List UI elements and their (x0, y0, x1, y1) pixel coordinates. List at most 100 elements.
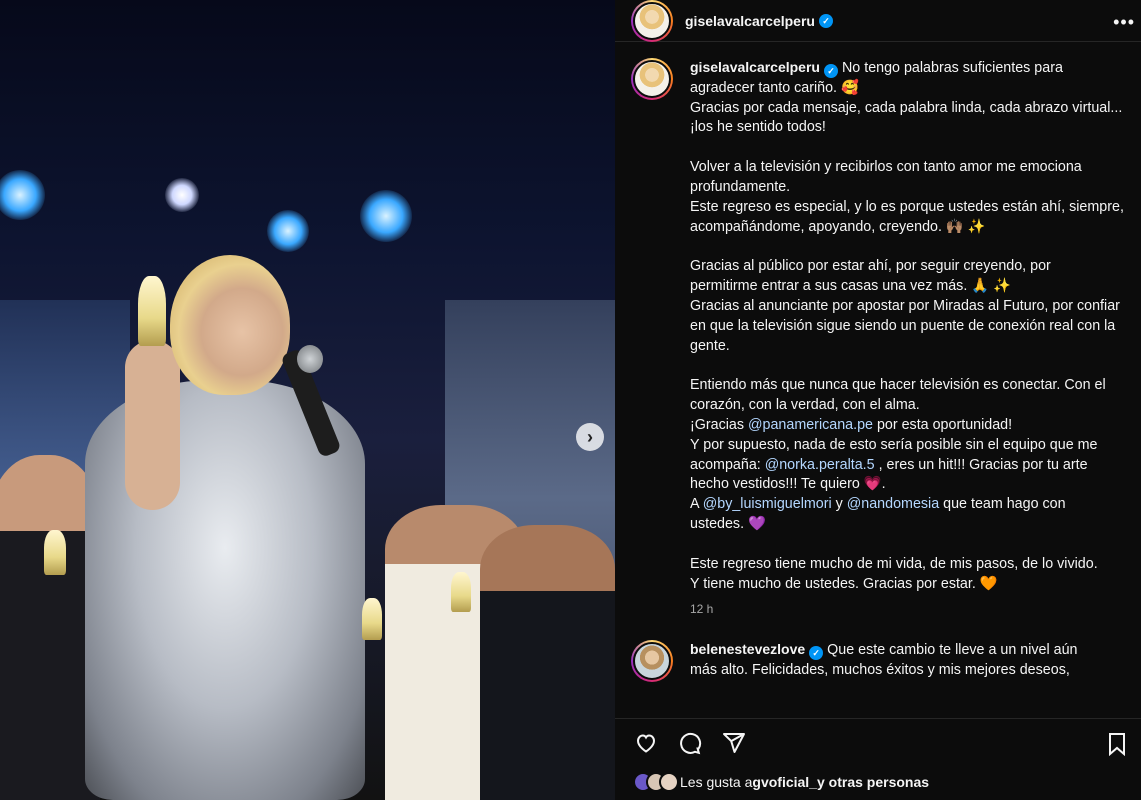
next-icon[interactable]: › (576, 423, 604, 451)
caption-line: Entiendo más que nunca que hacer televis… (690, 376, 1141, 396)
caption-text: acompañándome, apoyando, creyendo. 🙌🏽 ✨ (690, 218, 986, 235)
caption-text: Entiendo más que nunca que hacer televis… (690, 377, 1106, 394)
caption-text: A (690, 496, 703, 513)
caption-line: profundamente. (690, 178, 1141, 198)
comment-body: belenestevezlove ✓ Que este cambio te lle… (690, 640, 1141, 682)
mention-link[interactable]: @norka.peralta.5 (765, 457, 875, 473)
caption-text: hecho vestidos!!! Te quiero 💗. (690, 476, 886, 493)
guest-man-right (480, 525, 615, 800)
caption-line: ustedes. 💜 (690, 515, 1141, 535)
caption-line: hecho vestidos!!! Te quiero 💗. (690, 475, 1141, 495)
caption-text: No tengo palabras suficientes para (841, 60, 1063, 76)
post-header: giselavalcarcelperu ✓ ••• (615, 0, 1141, 42)
caption-text: ¡los he sentido todos! (690, 119, 826, 136)
caption-line: agradecer tanto cariño. 🥰 (690, 79, 1141, 99)
caption-line: gente. (690, 337, 1141, 357)
caption-text: ¡Gracias (690, 416, 748, 433)
stage-light (165, 178, 199, 212)
caption-text: y (831, 496, 847, 513)
likes-suffix[interactable]: y otras personas (817, 774, 929, 790)
caption-text: acompaña: (690, 456, 765, 473)
caption-text: corazón, con la verdad, con el alma. (690, 397, 920, 414)
verified-icon: ✓ (818, 13, 833, 28)
caption-line: acompaña: @norka.peralta.5 , eres un hit… (690, 456, 1141, 476)
post-caption: giselavalcarcelperu ✓ No tengo palabras s… (615, 58, 1141, 620)
liker-avatar (659, 772, 679, 792)
caption-line: Gracias al anunciante por apostar por Mi… (690, 297, 1141, 317)
caption-line: Y por supuesto, nada de esto sería posib… (690, 436, 1141, 456)
save-icon[interactable] (1105, 731, 1131, 757)
author-username[interactable]: giselavalcarcelperu (685, 13, 815, 29)
caption-line: ¡los he sentido todos! (690, 118, 1141, 138)
caption-text: por esta oportunidad! (873, 416, 1013, 433)
caption-text: profundamente. (690, 178, 791, 195)
caption-line: A @by_luismiguelmori y @nandomesia que t… (690, 495, 1141, 515)
caption-text: Y por supuesto, nada de esto sería posib… (690, 436, 1098, 453)
commenter-avatar[interactable] (631, 640, 673, 683)
post-timestamp[interactable]: 12 h (690, 600, 1141, 620)
post-media[interactable]: › (0, 0, 615, 800)
likes-summary[interactable]: Les gusta a gvoficial_ y otras personas (633, 772, 929, 792)
verified-icon: ✓ (809, 646, 824, 661)
caption-lines: agradecer tanto cariño. 🥰 Gracias por cad… (690, 79, 1141, 595)
caption-line: Gracias al público por estar ahí, por se… (690, 257, 1141, 277)
more-icon[interactable]: ••• (1113, 12, 1135, 33)
likes-prefix: Les gusta a (680, 774, 753, 790)
caption-text: en que la televisión sigue siendo un pue… (690, 317, 1116, 334)
stage-light (360, 190, 412, 242)
caption-line: corazón, con la verdad, con el alma. (690, 396, 1141, 416)
caption-text: ustedes. 💜 (690, 515, 766, 532)
champagne-glass (362, 598, 382, 640)
caption-line: Y tiene mucho de ustedes. Gracias por es… (690, 575, 1141, 595)
host-arm (125, 340, 180, 510)
caption-text: , eres un hit!!! Gracias por tu arte (874, 456, 1088, 473)
caption-line: Gracias por cada mensaje, cada palabra l… (690, 99, 1141, 119)
post-panel: giselavalcarcelperu ✓ ••• giselavalcarce… (615, 0, 1141, 800)
commenter-username[interactable]: belenestevezlove (690, 641, 805, 657)
stage-light (0, 170, 45, 220)
champagne-glass (451, 572, 471, 612)
caption-text: permitirme entrar a sus casas una vez má… (690, 278, 1011, 295)
like-icon[interactable] (633, 730, 659, 756)
caption-username[interactable]: giselavalcarcelperu (690, 59, 820, 75)
caption-text: Este regreso es especial, y lo es porque… (690, 198, 1124, 215)
caption-text: agradecer tanto cariño. 🥰 (690, 79, 859, 96)
mention-link[interactable]: @nandomesia (847, 496, 939, 512)
caption-text: Gracias al público por estar ahí, por se… (690, 258, 1051, 275)
caption-line: ¡Gracias @panamericana.pe por esta oport… (690, 416, 1141, 436)
caption-text: Gracias al anunciante por apostar por Mi… (690, 297, 1120, 314)
caption-line: acompañándome, apoyando, creyendo. 🙌🏽 ✨ (690, 218, 1141, 238)
caption-line: Este regreso es especial, y lo es porque… (690, 198, 1141, 218)
verified-icon: ✓ (823, 64, 838, 78)
comment-item: belenestevezlove ✓ Que este cambio te lle… (615, 640, 1141, 683)
liker-avatars (633, 772, 679, 792)
comments-section[interactable]: giselavalcarcelperu ✓ No tengo palabras s… (615, 58, 1141, 708)
caption-line: permitirme entrar a sus casas una vez má… (690, 277, 1141, 297)
caption-text: Gracias por cada mensaje, cada palabra l… (690, 99, 1123, 116)
caption-line: Volver a la televisión y recibirlos con … (690, 158, 1141, 178)
champagne-glass (138, 276, 166, 346)
mention-link[interactable]: @by_luismiguelmori (703, 496, 832, 512)
microphone-head (297, 345, 323, 373)
share-icon[interactable] (721, 730, 747, 756)
caption-body: giselavalcarcelperu ✓ No tengo palabras s… (690, 58, 1141, 620)
caption-text: Este regreso tiene mucho de mi vida, de … (690, 555, 1098, 572)
caption-text: gente. (690, 337, 730, 354)
caption-line: Este regreso tiene mucho de mi vida, de … (690, 555, 1141, 575)
action-bar (615, 718, 1141, 766)
author-avatar[interactable] (631, 0, 673, 42)
liker-username[interactable]: gvoficial_ (752, 774, 817, 790)
comment-icon[interactable] (677, 730, 703, 756)
comment-text: Que este cambio te lleve a un nivel aún (827, 642, 1078, 659)
caption-line: en que la televisión sigue siendo un pue… (690, 317, 1141, 337)
champagne-glass (44, 530, 66, 575)
author-avatar[interactable] (631, 58, 673, 100)
caption-text: Y tiene mucho de ustedes. Gracias por es… (690, 575, 998, 592)
mention-link[interactable]: @panamericana.pe (748, 417, 873, 433)
host-head (170, 255, 290, 395)
caption-text: Volver a la televisión y recibirlos con … (690, 159, 1082, 176)
